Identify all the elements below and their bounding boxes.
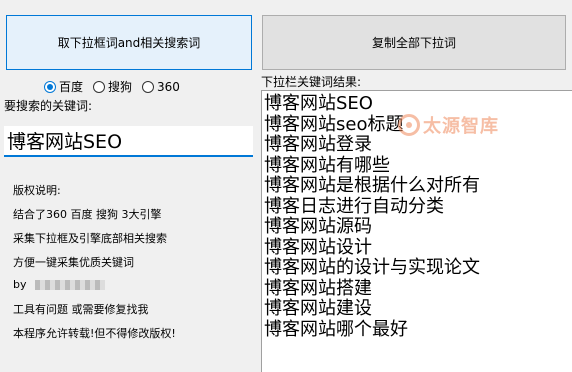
result-item: 博客网站哪个最好: [264, 318, 408, 340]
fetch-keywords-button[interactable]: 取下拉框词and相关搜索词: [6, 15, 252, 70]
radio-dot-icon: [93, 80, 106, 93]
radio-dot-icon: [142, 80, 155, 93]
watermark-text: 太源智库: [423, 116, 499, 137]
result-item: 博客网站的设计与实现论文: [264, 257, 480, 278]
result-item: 博客网站登录: [264, 134, 372, 155]
result-item: 博客网站搭建: [264, 277, 372, 299]
info-line: 工具有问题 或需要修复找我: [13, 303, 149, 316]
watermark: 太源智库: [398, 112, 499, 138]
search-input[interactable]: [4, 126, 253, 157]
radio-dot-icon: [44, 80, 56, 93]
radio-360[interactable]: 360: [142, 80, 180, 94]
author-line: by: [13, 278, 105, 291]
result-item: 博客网站源码: [264, 216, 372, 237]
info-line: 采集下拉框及引擎底部相关搜索: [13, 232, 167, 245]
blurred-author: [34, 280, 105, 290]
result-item: 博客网站设计: [264, 236, 372, 258]
result-item: 博客日志进行自动分类: [264, 195, 444, 217]
search-keyword-label: 要搜索的关键词:: [4, 99, 93, 113]
copyright-title: 版权说明:: [13, 184, 61, 197]
result-item: 博客网站是根据什么对所有: [264, 175, 480, 196]
engine-radio-group: 百度 搜狗 360: [44, 78, 180, 95]
radio-baidu[interactable]: 百度: [44, 78, 83, 95]
results-label: 下拉栏关键词结果:: [261, 75, 362, 89]
watermark-logo-icon: [398, 114, 420, 136]
radio-label: 百度: [59, 80, 84, 94]
result-item: 博客网站有哪些: [264, 154, 390, 176]
info-line: 本程序允许转载!但不得修改版权!: [13, 327, 176, 340]
info-line: 结合了360 百度 搜狗 3大引擎: [13, 208, 162, 221]
info-line: 方便一键采集优质关键词: [13, 256, 134, 269]
radio-label: 360: [157, 79, 180, 94]
radio-sogou[interactable]: 搜狗: [93, 78, 132, 95]
copy-all-button[interactable]: 复制全部下拉词: [262, 15, 566, 70]
author-prefix: by: [13, 278, 27, 291]
radio-label: 搜狗: [108, 80, 133, 94]
result-item: 博客网站建设: [264, 298, 372, 319]
